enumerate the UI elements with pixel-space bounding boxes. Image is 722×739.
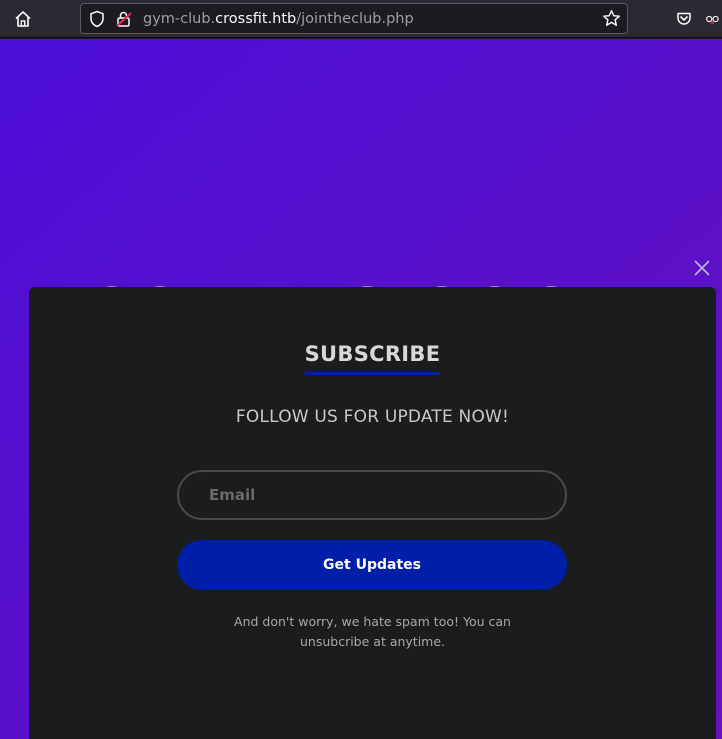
page-background: COMING SOON SUBSCRIBE FOLLOW US FOR UPDA… [0,39,722,739]
home-icon[interactable] [9,6,37,32]
modal-heading: SUBSCRIBE [29,342,716,375]
bookmark-star-icon[interactable] [602,9,621,32]
email-field[interactable] [177,470,567,520]
close-icon[interactable] [690,256,714,280]
tracking-shield-icon[interactable] [89,10,105,32]
browser-toolbar: gym-club.crossfit.htb/jointheclub.php [0,0,722,38]
modal-subheading: FOLLOW US FOR UPDATE NOW! [235,407,510,427]
url-host: crossfit.htb [215,11,297,27]
subscribe-modal: SUBSCRIBE FOLLOW US FOR UPDATE NOW! Get … [29,287,716,739]
pocket-icon[interactable] [670,6,698,32]
extension-icon[interactable] [706,6,722,32]
url-path: /jointheclub.php [296,11,414,27]
insecure-lock-icon[interactable] [115,10,133,32]
spam-note-line-2: unsubcribe at anytime. [299,634,446,649]
spam-note-line-1: And don't worry, we hate spam too! You c… [234,614,511,629]
url-prefix: gym-club. [143,11,216,27]
get-updates-button[interactable]: Get Updates [177,540,567,590]
url-text: gym-club.crossfit.htb/jointheclub.php [143,10,414,28]
spam-note: And don't worry, we hate spam too! You c… [29,612,716,652]
modal-heading-text: SUBSCRIBE [304,342,441,375]
url-bar[interactable]: gym-club.crossfit.htb/jointheclub.php [80,3,628,34]
